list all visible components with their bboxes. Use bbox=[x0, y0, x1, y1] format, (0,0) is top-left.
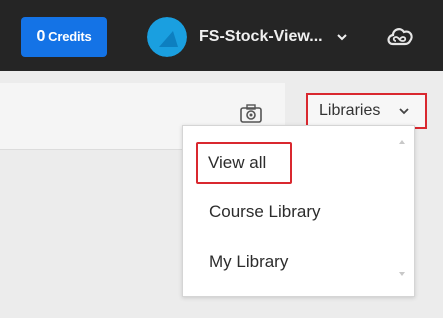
libraries-label: Libraries bbox=[319, 102, 381, 119]
project-name[interactable]: FS-Stock-View... bbox=[199, 17, 323, 57]
credits-count: 0 bbox=[36, 28, 46, 45]
creative-cloud-icon[interactable] bbox=[385, 24, 415, 50]
scroll-up-icon[interactable] bbox=[397, 138, 407, 146]
scroll-down-icon[interactable] bbox=[397, 270, 407, 278]
menu-item-view-all[interactable]: View all bbox=[196, 142, 292, 184]
chevron-down-icon[interactable] bbox=[398, 105, 410, 117]
credits-label: Credits bbox=[48, 29, 92, 44]
chevron-down-icon[interactable] bbox=[336, 31, 348, 43]
project-avatar[interactable] bbox=[147, 17, 187, 57]
menu-scrollbar[interactable] bbox=[393, 132, 411, 284]
camera-icon[interactable] bbox=[239, 103, 263, 125]
menu-item-my-library[interactable]: My Library bbox=[209, 252, 288, 272]
avatar-icon bbox=[147, 17, 187, 57]
credits-button[interactable]: 0 Credits bbox=[21, 17, 107, 57]
menu-item-course-library[interactable]: Course Library bbox=[209, 202, 321, 222]
